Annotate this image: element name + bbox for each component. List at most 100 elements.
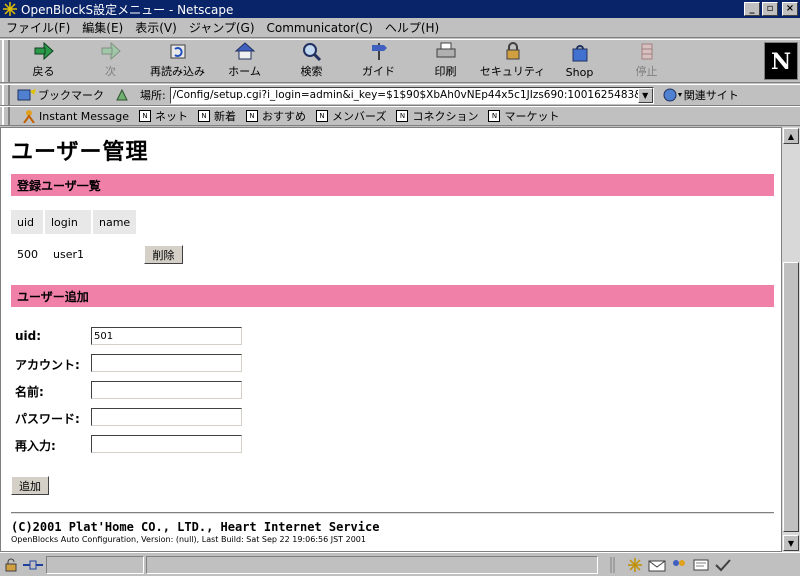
bookmark-page-icon: N <box>396 110 409 122</box>
personal-link-label: おすすめ <box>262 110 306 123</box>
personal-link-members[interactable]: N メンバーズ <box>316 108 386 124</box>
bookmarks-button[interactable]: ブックマーク <box>16 87 104 103</box>
page-proxy-icon[interactable] <box>114 87 130 103</box>
vertical-scrollbar[interactable]: ▲ ▼ <box>782 127 800 552</box>
bookmark-page-icon: N <box>488 110 501 122</box>
name-input[interactable] <box>91 381 242 399</box>
stop-button[interactable]: 停止 <box>613 40 680 82</box>
menu-view[interactable]: 表示(V) <box>129 19 183 36</box>
guide-signpost-icon <box>367 40 391 61</box>
search-icon <box>300 40 324 61</box>
navigation-toolbar: 戻る 次 再読み込み ホーム 検索 ガイド 印刷 セキュリティ Shop 停止 … <box>0 39 800 83</box>
connection-status-icon <box>22 556 44 574</box>
search-button[interactable]: 検索 <box>278 40 345 82</box>
personal-link-label: メンバーズ <box>332 110 387 123</box>
copyright-text: (C)2001 Plat'Home CO., LTD., Heart Inter… <box>11 520 380 534</box>
user-list-section-header: 登録ユーザ一覧 <box>11 174 774 196</box>
instant-message-link[interactable]: Instant Message <box>22 109 129 123</box>
progress-field <box>46 555 144 574</box>
netscape-logo[interactable]: N <box>764 42 798 80</box>
menu-go[interactable]: ジャンプ(G) <box>183 19 261 36</box>
maximize-button[interactable]: ▫ <box>762 2 778 16</box>
name-label: 名前: <box>15 385 44 399</box>
menu-edit[interactable]: 編集(E) <box>76 19 129 36</box>
add-user-section-header: ユーザー追加 <box>11 285 774 307</box>
add-user-button[interactable]: 追加 <box>11 476 49 495</box>
back-button[interactable]: 戻る <box>10 40 77 82</box>
print-button[interactable]: 印刷 <box>412 40 479 82</box>
location-toolbar: ブックマーク 場所: /Config/setup.cgi?i_login=adm… <box>0 84 800 106</box>
close-button[interactable]: × <box>782 2 798 16</box>
guide-button[interactable]: ガイド <box>345 40 412 82</box>
account-input[interactable] <box>91 354 242 372</box>
shop-button[interactable]: Shop <box>546 40 613 82</box>
scroll-down-arrow-icon[interactable]: ▼ <box>783 535 799 551</box>
url-dropdown-arrow-icon[interactable]: ▼ <box>637 87 653 103</box>
component-bar-grip-icon[interactable] <box>602 556 624 574</box>
bookmark-page-icon: N <box>198 110 210 122</box>
shop-bag-icon <box>568 42 592 64</box>
home-icon <box>233 40 257 61</box>
toolbar-grip[interactable] <box>2 40 10 82</box>
personal-link-market[interactable]: N マーケット <box>488 108 559 124</box>
forward-label: 次 <box>105 65 116 78</box>
personal-link-label: コネクション <box>412 110 479 123</box>
navigator-icon[interactable] <box>624 556 646 574</box>
forward-button[interactable]: 次 <box>77 40 144 82</box>
personal-link-connection[interactable]: N コネクション <box>396 108 478 124</box>
delete-user-button[interactable]: 削除 <box>144 245 183 264</box>
reload-button[interactable]: 再読み込み <box>144 40 211 82</box>
menu-help[interactable]: ヘルプ(H) <box>379 19 445 36</box>
uid-input[interactable]: 501 <box>91 327 242 345</box>
column-header-name: name <box>93 210 136 234</box>
personal-link-new[interactable]: N 新着 <box>198 108 236 124</box>
print-label: 印刷 <box>434 65 457 78</box>
reload-icon <box>166 40 190 61</box>
minimize-button[interactable]: _ <box>744 2 760 16</box>
back-label: 戻る <box>32 65 55 78</box>
related-sites-icon <box>663 88 682 102</box>
personal-toolbar: Instant Message N ネット N 新着 N おすすめ N メンバー… <box>0 106 800 126</box>
password-confirm-label: 再入力: <box>15 439 56 453</box>
user-uid-cell: 500 <box>17 248 38 261</box>
personal-link-recommended[interactable]: N おすすめ <box>246 108 306 124</box>
check-mark-icon[interactable] <box>712 556 734 574</box>
home-button[interactable]: ホーム <box>211 40 278 82</box>
footer-divider <box>11 512 774 514</box>
url-field[interactable]: /Config/setup.cgi?i_login=admin&i_key=$1… <box>169 86 654 104</box>
password-input[interactable] <box>91 408 242 426</box>
menu-file[interactable]: ファイル(F) <box>0 19 76 36</box>
status-message-field <box>146 555 598 574</box>
lock-icon <box>501 40 525 61</box>
build-info-text: OpenBlocks Auto Configuration, Version: … <box>11 535 366 544</box>
page-title: ユーザー管理 <box>11 140 149 165</box>
browser-window: OpenBlockS設定メニュー - Netscape _ ▫ × ファイル(F… <box>0 0 800 576</box>
personal-link-net[interactable]: N ネット <box>139 108 188 124</box>
password-confirm-input[interactable] <box>91 435 242 453</box>
personal-grip[interactable] <box>2 107 10 125</box>
menu-communicator[interactable]: Communicator(C) <box>261 21 379 35</box>
scroll-thumb[interactable] <box>783 262 799 532</box>
related-sites-label: 関連サイト <box>683 89 739 102</box>
security-lock-status-icon[interactable] <box>0 556 22 574</box>
page-content: ユーザー管理 登録ユーザ一覧 uid login name 500 user1 … <box>0 127 782 552</box>
svg-text:N: N <box>771 49 791 75</box>
instant-message-status-icon[interactable] <box>668 556 690 574</box>
related-sites-button[interactable]: 関連サイト <box>662 87 739 103</box>
netscape-app-icon <box>2 1 18 17</box>
forward-arrow-icon <box>99 40 123 61</box>
menu-bar: ファイル(F) 編集(E) 表示(V) ジャンプ(G) Communicator… <box>0 18 800 38</box>
scroll-up-arrow-icon[interactable]: ▲ <box>783 128 799 144</box>
bookmark-page-icon: N <box>316 110 328 122</box>
composer-icon[interactable] <box>690 556 712 574</box>
location-grip[interactable] <box>2 85 10 105</box>
column-header-uid: uid <box>11 210 43 234</box>
bookmark-icon <box>17 89 36 101</box>
column-header-login: login <box>45 210 91 234</box>
user-login-cell: user1 <box>53 248 84 261</box>
bookmarks-label: ブックマーク <box>38 89 104 102</box>
guide-label: ガイド <box>362 65 395 78</box>
shop-label: Shop <box>565 66 594 79</box>
mail-icon[interactable] <box>646 556 668 574</box>
security-button[interactable]: セキュリティ <box>479 40 546 82</box>
